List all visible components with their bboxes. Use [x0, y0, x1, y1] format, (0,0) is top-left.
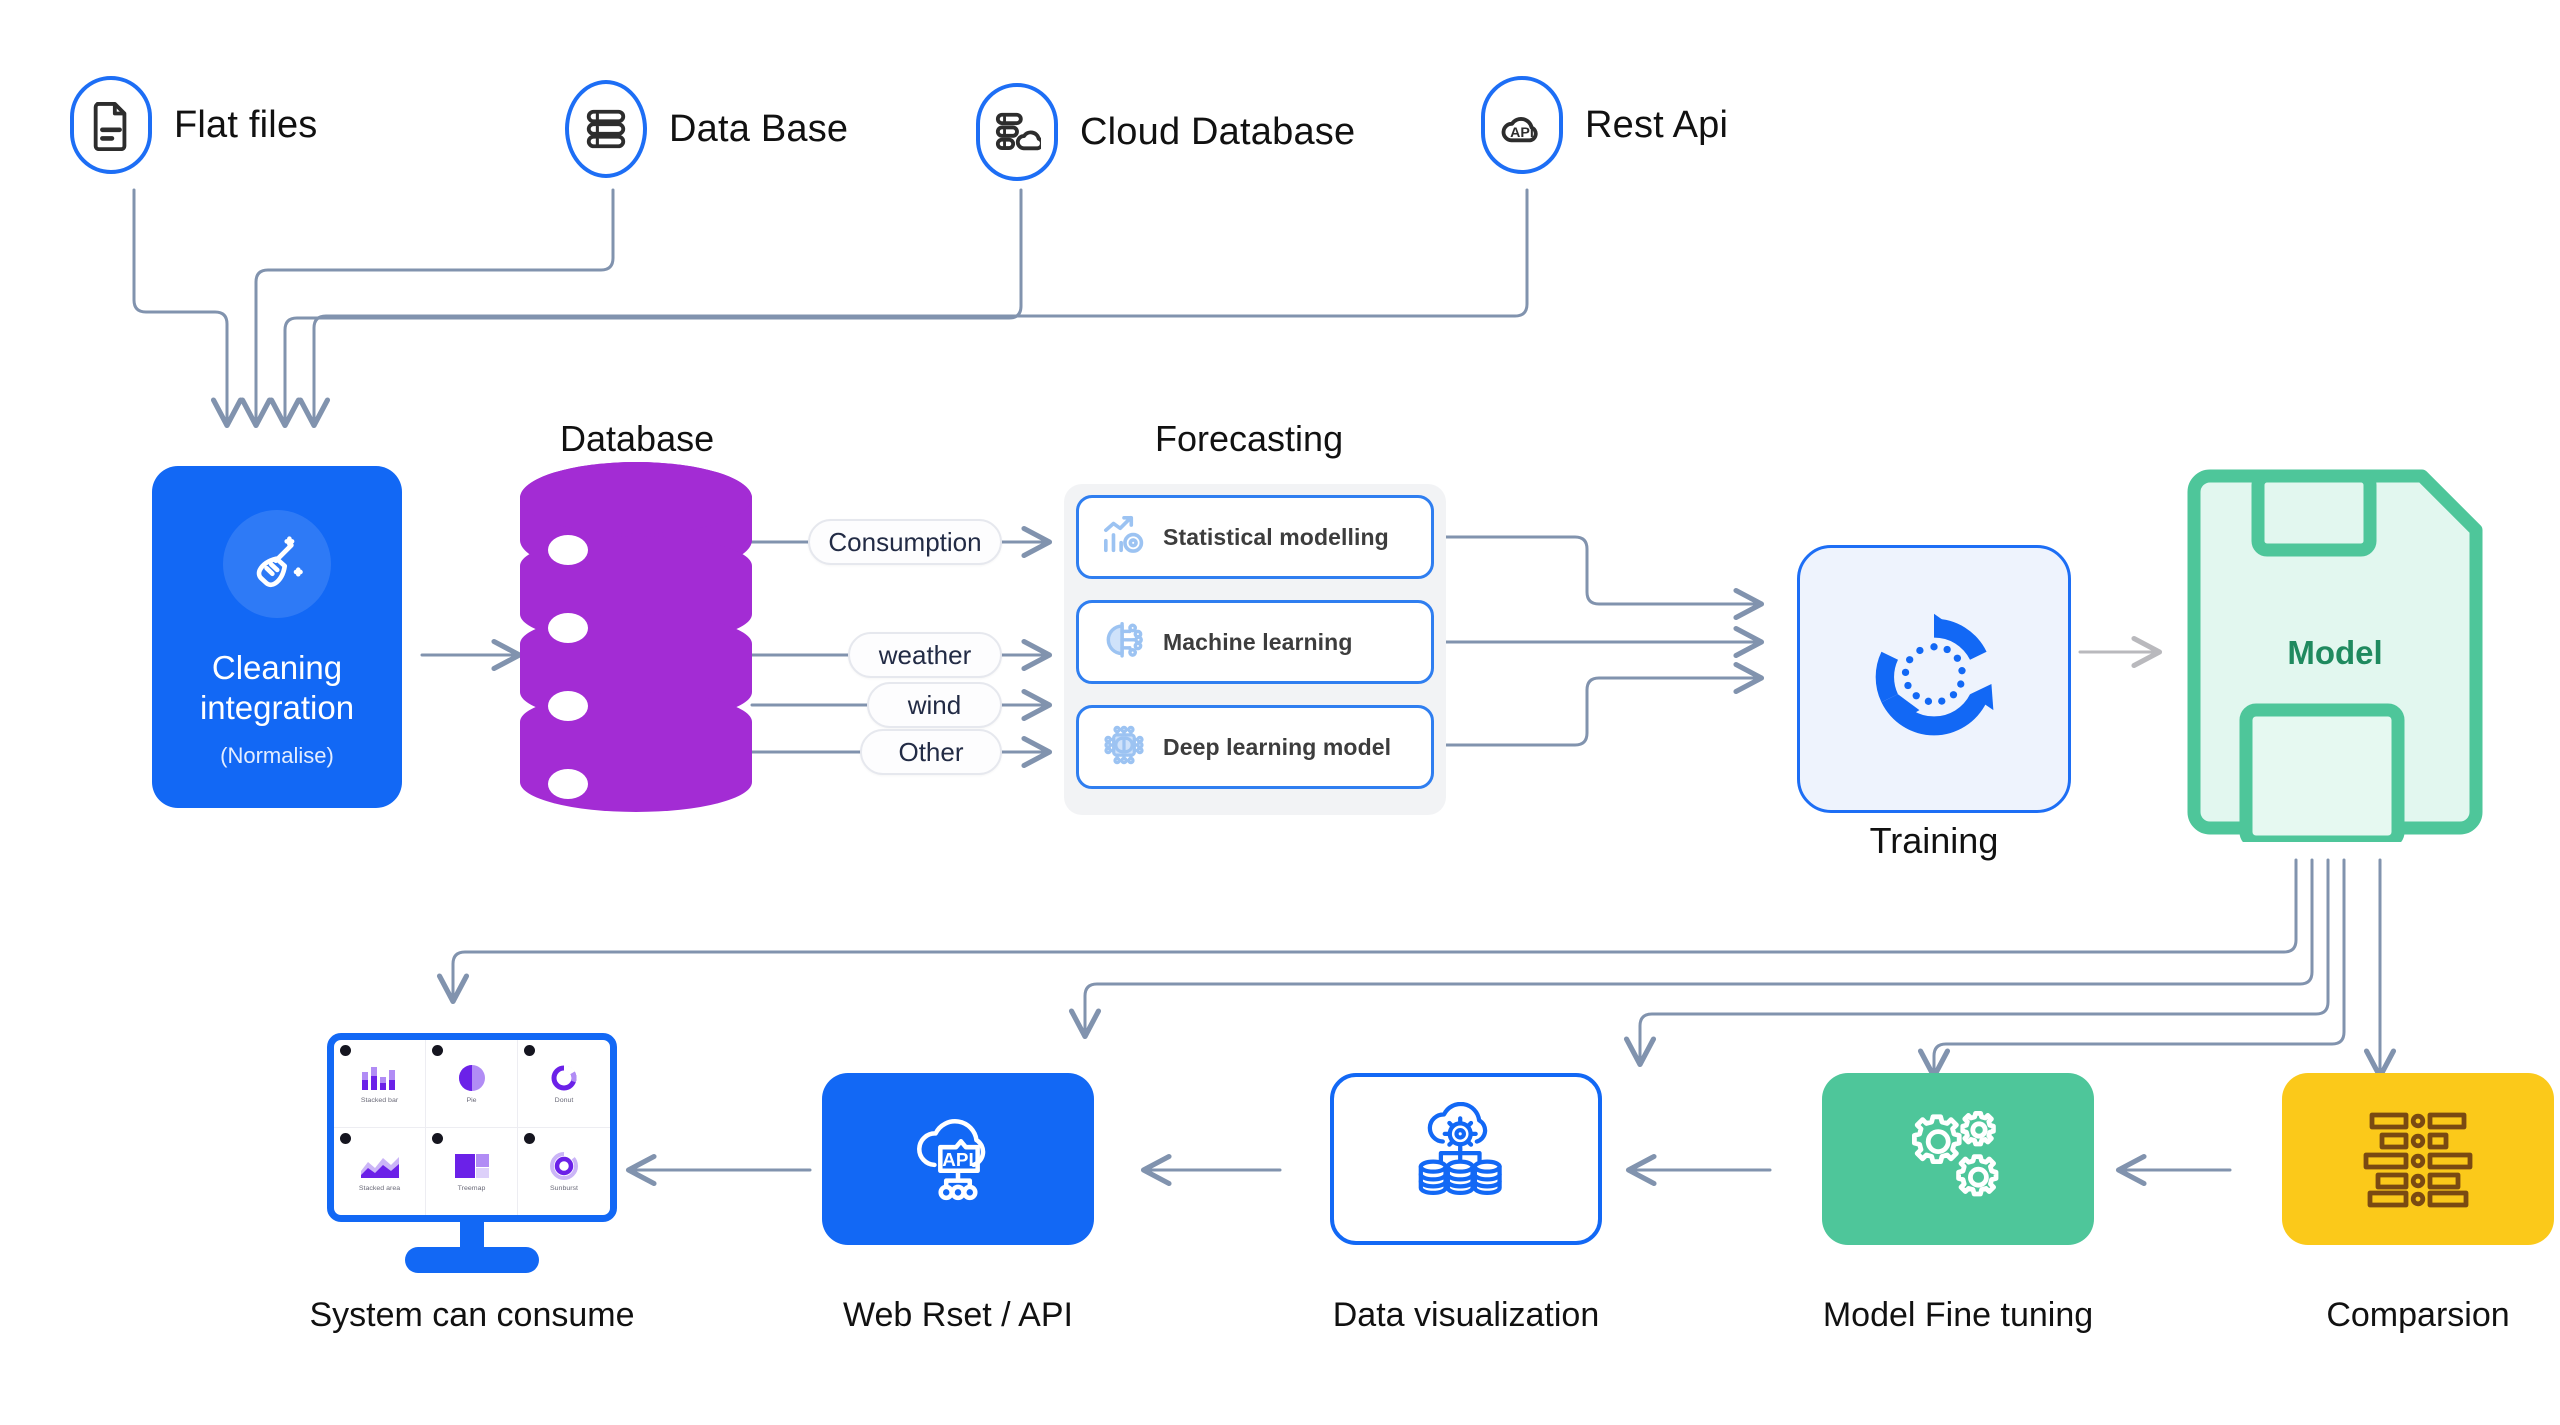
database-caption: Database — [560, 418, 715, 459]
cleaning-title-line1: Cleaning — [211, 649, 343, 686]
thumb-dot-icon — [432, 1045, 443, 1056]
bar-chart-gear-icon — [1101, 513, 1147, 562]
gears-icon — [1900, 1105, 2016, 1214]
forecast-card-statistical-modelling[interactable]: Statistical modelling — [1076, 495, 1434, 579]
diagram-canvas: Flat files Data Base Cloud Database API … — [0, 0, 2560, 1425]
chart-thumb-stacked-area[interactable]: Stacked area — [334, 1127, 426, 1215]
chart-thumb-sunburst[interactable]: Sunburst — [518, 1128, 610, 1216]
source-label: Cloud Database — [1080, 110, 1356, 153]
model-fine-tuning-box[interactable] — [1822, 1073, 2094, 1245]
database-cylinder[interactable] — [520, 462, 752, 820]
source-label: Data Base — [669, 107, 849, 150]
chart-thumb-donut[interactable]: Donut — [518, 1040, 610, 1128]
thumb-dot-icon — [432, 1132, 443, 1144]
stacked-bar-thumb — [361, 1066, 395, 1090]
monitor-stand — [460, 1222, 484, 1250]
thumb-dot-icon — [340, 1045, 351, 1056]
svg-text:API: API — [1510, 125, 1534, 141]
database-stack-icon — [565, 80, 647, 178]
caption-data-visualization: Data visualization — [1332, 1296, 1600, 1334]
thumb-label: Treemap — [457, 1185, 486, 1192]
caption-web-api: Web Rset / API — [843, 1296, 1073, 1334]
flat-file-icon — [70, 76, 152, 174]
data-visualization-box[interactable] — [1330, 1073, 1602, 1245]
chart-thumb-treemap[interactable]: Treemap — [426, 1127, 518, 1215]
brain-chip-icon — [1101, 723, 1147, 772]
stream-pill-other[interactable]: Other — [860, 729, 1002, 775]
stacked-area-thumb — [360, 1156, 399, 1178]
pie-thumb — [458, 1064, 485, 1091]
thumb-dot-icon — [524, 1045, 535, 1056]
donut-thumb — [551, 1064, 577, 1091]
stream-pill-weather[interactable]: weather — [848, 632, 1002, 678]
svg-text:API: API — [942, 1149, 973, 1170]
stream-pill-consumption[interactable]: Consumption — [808, 519, 1002, 565]
forecast-card-machine-learning[interactable]: Machine learning — [1076, 600, 1434, 684]
thumb-label: Pie — [466, 1097, 477, 1104]
chart-thumb-stacked-bar[interactable]: Stacked bar — [334, 1040, 426, 1128]
forecast-card-deep-learning-model[interactable]: Deep learning model — [1076, 705, 1434, 789]
broom-sparkle-icon — [223, 510, 331, 618]
rest-api-icon: API — [1481, 76, 1563, 174]
source-rest-api[interactable]: API Rest Api — [1481, 76, 1728, 174]
forecast-card-label: Statistical modelling — [1163, 523, 1389, 550]
cloud-database-icon — [976, 83, 1058, 181]
thumb-label: Stacked bar — [360, 1097, 399, 1104]
cycle-arrows-icon — [1861, 604, 2007, 755]
chart-thumb-pie[interactable]: Pie — [426, 1040, 518, 1128]
forecast-card-label: Deep learning model — [1163, 733, 1392, 760]
treemap-thumb — [454, 1153, 489, 1178]
source-cloud-database[interactable]: Cloud Database — [976, 83, 1355, 181]
model-label: Model — [2287, 634, 2383, 671]
comparsion-box[interactable] — [2282, 1073, 2554, 1245]
cleaning-integration-box[interactable]: Cleaning integration (Normalise) — [152, 466, 402, 808]
thumb-dot-icon — [340, 1132, 351, 1144]
sunburst-thumb — [550, 1151, 578, 1180]
cloud-gear-db-icon — [1410, 1101, 1522, 1217]
caption-system-can-consume: System can consume — [309, 1296, 635, 1334]
thumb-dot-icon — [524, 1132, 535, 1144]
compare-bars-icon — [2362, 1105, 2474, 1214]
cleaning-subtitle: (Normalise) — [220, 742, 334, 768]
source-label: Flat files — [174, 103, 318, 146]
training-label: Training — [1869, 820, 1999, 861]
ai-gear-circuit-icon — [1101, 618, 1147, 667]
cleaning-title: Cleaning integration — [200, 648, 354, 729]
thumb-label: Donut — [554, 1097, 574, 1104]
caption-model-fine-tuning: Model Fine tuning — [1822, 1296, 2094, 1334]
monitor-screen: Stacked bar Pie Donut Stacked area Treem… — [327, 1033, 617, 1222]
stream-pill-wind[interactable]: wind — [867, 682, 1002, 728]
system-monitor[interactable]: Stacked bar Pie Donut Stacked area Treem… — [327, 1033, 617, 1273]
cleaning-title-line2: integration — [199, 689, 355, 727]
cloud-api-icon: API — [899, 1102, 1017, 1217]
thumb-label: Sunburst — [549, 1185, 579, 1192]
forecasting-caption: Forecasting — [1155, 418, 1344, 459]
monitor-base — [405, 1247, 539, 1273]
forecast-card-label: Machine learning — [1163, 628, 1353, 655]
web-api-box[interactable]: API — [822, 1073, 1094, 1245]
training-box[interactable] — [1797, 545, 2071, 813]
model-box[interactable]: Model — [2180, 462, 2490, 849]
source-label: Rest Api — [1585, 103, 1729, 146]
caption-comparsion: Comparsion — [2326, 1296, 2510, 1334]
source-flat-files[interactable]: Flat files — [70, 76, 317, 174]
thumb-label: Stacked area — [358, 1185, 401, 1192]
source-data-base[interactable]: Data Base — [565, 80, 848, 178]
